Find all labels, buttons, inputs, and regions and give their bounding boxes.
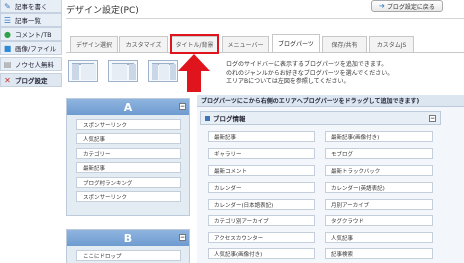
part-item[interactable]: 月別アーカイブ bbox=[325, 199, 433, 210]
minimize-icon[interactable]: − bbox=[179, 234, 186, 241]
comment-icon: ● bbox=[4, 29, 11, 39]
sidebar-item-label: ブログ設定 bbox=[15, 77, 48, 85]
part-item[interactable]: スポンサーリンク bbox=[76, 191, 181, 202]
layout-thumbnail[interactable] bbox=[148, 60, 178, 82]
part-item[interactable]: カレンダー bbox=[208, 182, 315, 193]
list-icon: ☰ bbox=[3, 15, 12, 25]
back-to-settings-button[interactable]: ➔ ブログ設定に戻る bbox=[371, 0, 443, 12]
sidebar-item-post-list[interactable]: ☰ 記事一覧 bbox=[0, 13, 62, 27]
column-b-title: B bbox=[123, 231, 133, 245]
tab-menubar[interactable]: メニューバー bbox=[222, 36, 269, 52]
part-item[interactable]: 最新コメント bbox=[208, 165, 315, 176]
description-line: エリアBについては左図を参照してください。 bbox=[226, 78, 350, 85]
part-item[interactable]: タグクラウド bbox=[325, 215, 433, 226]
description-text: ログのサイドバーに表示するブログパーツを追加できます。 のれのジャンルからお好き… bbox=[226, 61, 464, 87]
part-item[interactable]: ギャラリー bbox=[208, 148, 315, 159]
part-item[interactable]: 最新記事 bbox=[76, 162, 181, 173]
sidebar-item-label: コメント/TB bbox=[15, 31, 52, 39]
group-title: ブログ情報 bbox=[213, 115, 246, 123]
part-item[interactable]: アクセスカウンター bbox=[208, 232, 315, 243]
sidebar-item-write-post[interactable]: ✎ 記事を書く bbox=[0, 0, 62, 13]
minimize-icon[interactable]: − bbox=[429, 115, 436, 122]
description-line: ログのサイドバーに表示するブログパーツを追加できます。 bbox=[226, 61, 388, 68]
column-a-panel: A − スポンサーリンク 人気記事 カテゴリー 最新記事 ブログ村ランキング ス… bbox=[66, 98, 190, 216]
sidebar-item-images[interactable]: ■ 画像/ファイル bbox=[0, 41, 62, 55]
note-icon: ▤ bbox=[3, 59, 12, 69]
layout-thumbnail[interactable] bbox=[108, 60, 138, 82]
sidebar-item-comments[interactable]: ● コメント/TB bbox=[0, 27, 62, 41]
part-item[interactable]: 人気記事 bbox=[325, 232, 433, 243]
description-line: のれのジャンルからお好きなブログパーツを選んでください。 bbox=[226, 69, 394, 77]
page-title: デザイン設定(PC) bbox=[66, 6, 139, 16]
column-b-panel: B − ここにドロップ bbox=[66, 229, 190, 263]
part-item[interactable]: カレンダー(日本語表記) bbox=[208, 199, 315, 210]
part-item[interactable]: 人気記事(画像付き) bbox=[208, 248, 315, 259]
wrench-icon: ✕ bbox=[4, 75, 11, 85]
part-item[interactable]: モブログ bbox=[325, 148, 433, 159]
sidebar: ✎ 記事を書く ☰ 記事一覧 ● コメント/TB ■ 画像/ファイル ▤ ノウセ… bbox=[0, 0, 62, 263]
sidebar-item-label: 画像/ファイル bbox=[15, 45, 57, 53]
tab-design-select[interactable]: デザイン選択 bbox=[70, 36, 118, 52]
part-item[interactable]: カテゴリ別アーカイブ bbox=[208, 215, 315, 226]
back-button-label: ブログ設定に戻る bbox=[386, 3, 435, 11]
drop-zone[interactable]: ここにドロップ bbox=[76, 250, 181, 261]
layout-thumbnail[interactable] bbox=[68, 60, 98, 82]
column-a-title: A bbox=[123, 100, 133, 114]
tab-customize[interactable]: カスタマイズ bbox=[119, 36, 168, 52]
image-icon: ■ bbox=[3, 43, 12, 53]
arrow-icon: ➔ bbox=[379, 2, 385, 10]
sidebar-item-blog-settings[interactable]: ✕ ブログ設定 bbox=[0, 73, 62, 87]
part-item[interactable]: スポンサーリンク bbox=[76, 119, 181, 130]
sidebar-item-label: 記事一覧 bbox=[15, 17, 41, 25]
sidebar-item-label: ノウセ人無料 bbox=[15, 61, 54, 69]
part-item[interactable]: 最新トラックバック bbox=[325, 165, 433, 176]
tab-save-share[interactable]: 保存/共有 bbox=[322, 36, 367, 52]
square-icon bbox=[205, 115, 210, 121]
tab-blog-parts[interactable]: ブログパーツ bbox=[272, 34, 320, 52]
title-divider bbox=[66, 18, 464, 19]
part-item[interactable]: ブログ村ランキング bbox=[76, 177, 181, 188]
sidebar-item-notes[interactable]: ▤ ノウセ人無料 bbox=[0, 57, 62, 71]
tab-custom-js[interactable]: カスタムJS bbox=[369, 36, 414, 52]
part-item[interactable]: 記事検索 bbox=[325, 248, 433, 259]
minimize-icon[interactable]: − bbox=[179, 103, 186, 110]
arrow-up-icon bbox=[178, 54, 210, 92]
sidebar-item-label: 記事を書く bbox=[15, 3, 48, 11]
part-item[interactable]: カレンダー(英語表記) bbox=[325, 182, 433, 193]
part-item[interactable]: 最新記事(画像付き) bbox=[325, 131, 433, 142]
tab-divider bbox=[66, 52, 464, 53]
pencil-icon: ✎ bbox=[4, 1, 11, 11]
part-item[interactable]: カテゴリー bbox=[76, 148, 181, 159]
part-item[interactable]: 人気記事 bbox=[76, 133, 181, 144]
parts-heading: ブログパーツにこから右側のエリアへブログパーツをドラッグして追加できます) bbox=[197, 95, 464, 107]
blog-info-group-header[interactable]: ブログ情報 − bbox=[200, 111, 441, 125]
column-b-header: B − bbox=[67, 230, 189, 246]
part-item[interactable]: 最新記事 bbox=[208, 131, 315, 142]
highlight-box bbox=[170, 34, 219, 54]
column-a-header: A − bbox=[67, 99, 189, 115]
